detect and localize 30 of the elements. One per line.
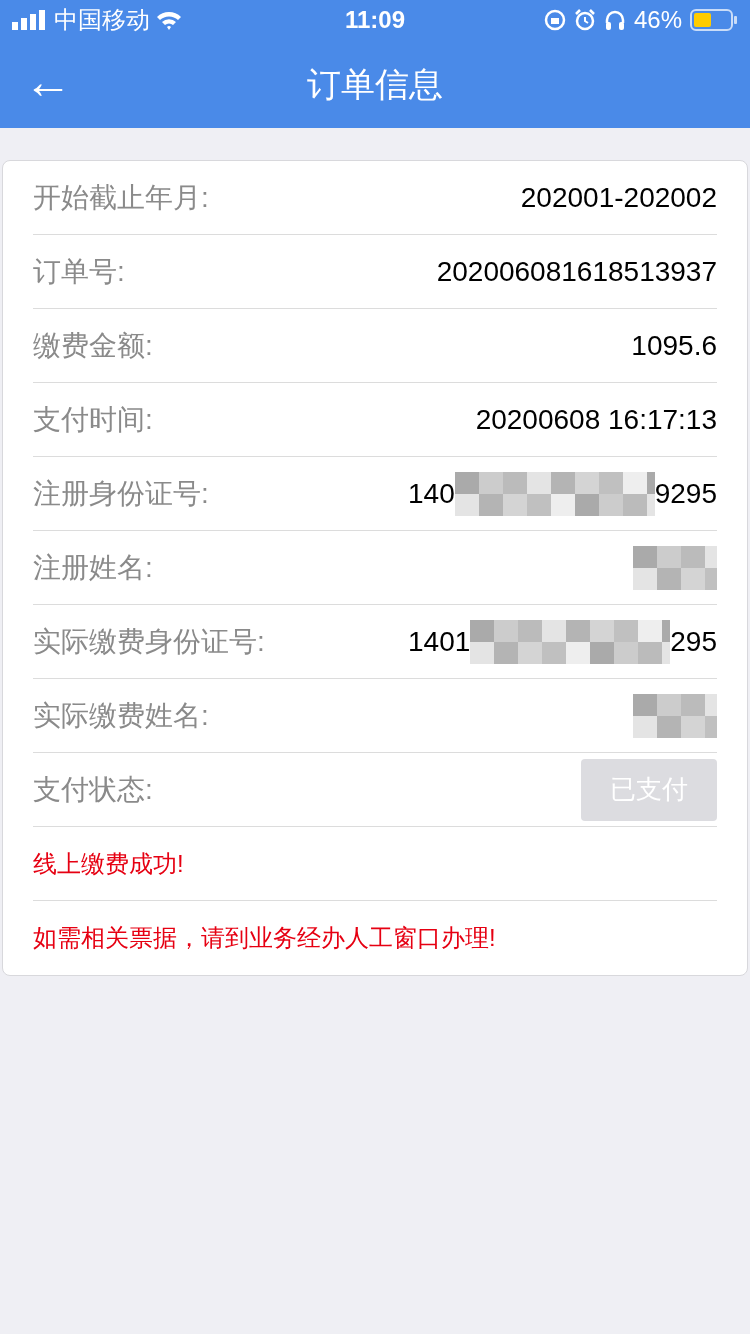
field-value: 20200608 16:17:13 — [475, 402, 717, 437]
field-label: 实际缴费姓名: — [33, 698, 209, 733]
carrier-name: 中国移动 — [54, 5, 150, 35]
page-title: 订单信息 — [307, 63, 443, 105]
field-value: 202006081618513937 — [436, 254, 717, 289]
signal-icon — [12, 10, 48, 30]
field-value: 295 — [670, 624, 717, 659]
field-label: 支付状态: — [33, 772, 153, 807]
field-label: 支付时间: — [33, 402, 153, 437]
field-label: 注册姓名: — [33, 550, 153, 585]
field-value: 9295 — [654, 476, 717, 511]
notice-text: 如需相关票据，请到业务经办人工窗口办理! — [33, 923, 496, 953]
wifi-icon — [156, 10, 182, 30]
field-value: 140 — [408, 476, 455, 511]
clock-time: 11:09 — [344, 5, 406, 35]
field-value: 1095.6 — [631, 328, 717, 363]
field-label: 订单号: — [33, 254, 125, 289]
alarm-icon — [573, 9, 596, 31]
field-label: 开始截止年月: — [33, 180, 209, 215]
rotation-lock-icon — [543, 9, 566, 31]
battery-percent: 46% — [633, 5, 682, 35]
battery-icon — [690, 9, 738, 31]
notice-text: 线上缴费成功! — [33, 848, 184, 879]
field-value: 1401 — [408, 624, 471, 659]
field-label: 实际缴费身份证号: — [33, 624, 265, 659]
back-button[interactable]: ← — [20, 54, 76, 110]
field-label: 注册身份证号: — [33, 476, 209, 511]
field-value: 202001-202002 — [520, 180, 717, 215]
headphones-icon — [603, 9, 626, 31]
field-label: 缴费金额: — [33, 328, 153, 363]
